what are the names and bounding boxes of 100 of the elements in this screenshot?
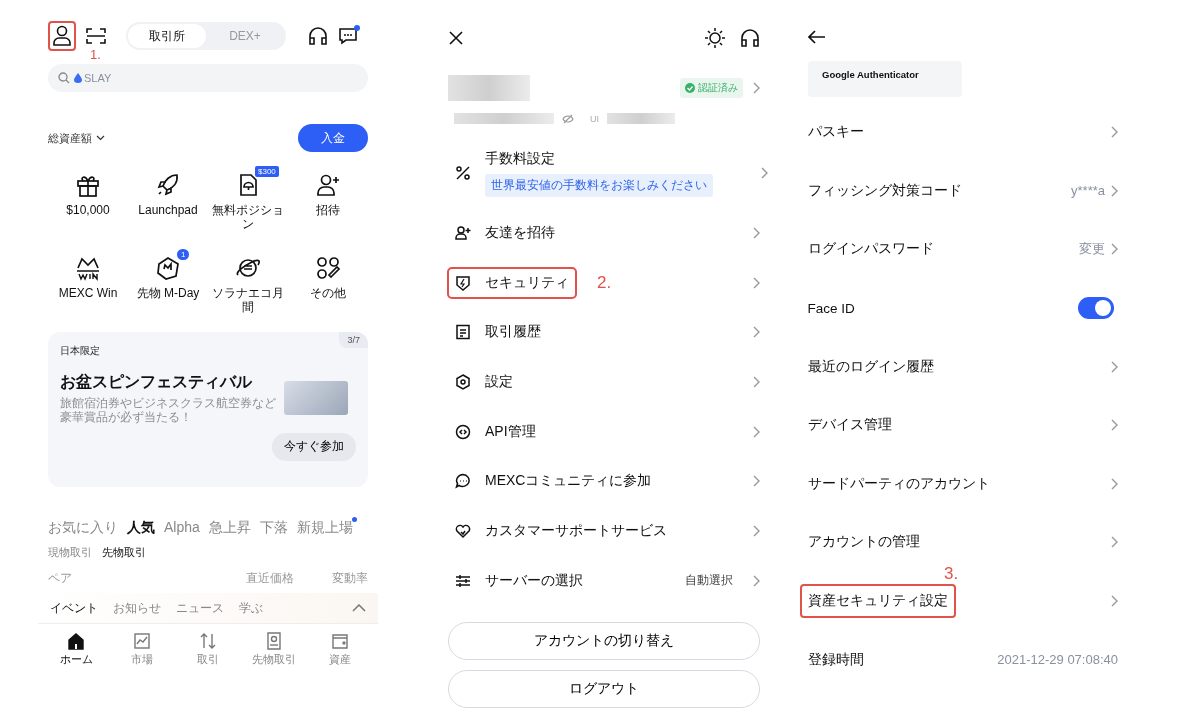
menu-item[interactable]: カスタマーサポートサービス xyxy=(485,521,667,540)
chevron-right-icon[interactable] xyxy=(1111,419,1118,432)
market-tab[interactable]: 人気 xyxy=(127,519,155,537)
menu-item[interactable]: 取引履歴 xyxy=(485,323,541,342)
setting-label[interactable]: パスキー xyxy=(799,115,872,150)
shortcut-label[interactable]: その他 xyxy=(288,286,368,301)
chevron-right-icon[interactable] xyxy=(1111,595,1118,608)
market-subtab[interactable]: 現物取引 xyxy=(48,545,92,560)
setting-label[interactable]: ログインパスワード xyxy=(799,232,942,267)
menu-item[interactable]: MEXCコミュニティに参加 xyxy=(485,472,652,491)
shortcut-label[interactable]: 先物 M-Day xyxy=(128,286,208,301)
cube-icon[interactable] xyxy=(155,255,181,281)
sun-icon[interactable] xyxy=(704,27,726,49)
profile-icon[interactable] xyxy=(48,21,76,51)
shortcut-label[interactable]: 招待 xyxy=(288,203,368,218)
uid-label: UI xyxy=(590,113,599,124)
grid-icon[interactable] xyxy=(315,255,341,281)
promo-card[interactable]: 日本限定 3/7 お盆スピンフェスティバル 旅館宿泊券やビジネスクラス航空券など豪華賞品が必ず当たる！ 今すぐ参加 xyxy=(48,332,368,487)
setting-label[interactable]: サードパーティのアカウント xyxy=(799,466,998,501)
chevron-right-icon[interactable] xyxy=(753,326,760,339)
nav-label[interactable]: 市場 xyxy=(131,652,153,667)
exchange-tab[interactable]: 取引所 xyxy=(128,24,206,48)
nav-label[interactable]: 資産 xyxy=(329,652,351,667)
caret-up-icon[interactable] xyxy=(352,604,366,612)
arrows-icon[interactable] xyxy=(199,632,217,650)
shortcut-label[interactable]: Launchpad xyxy=(128,203,208,218)
chevron-right-icon[interactable] xyxy=(753,574,760,587)
news-tab[interactable]: お知らせ xyxy=(113,599,161,617)
menu-item[interactable]: 手数料設定 xyxy=(485,149,713,168)
eye-off-icon[interactable] xyxy=(562,113,574,124)
chevron-right-icon[interactable] xyxy=(753,524,760,537)
chevron-right-icon[interactable] xyxy=(1111,536,1118,549)
menu-item[interactable]: 友達を招待 xyxy=(485,223,555,242)
setting-label[interactable]: フィッシング対策コード xyxy=(799,173,970,208)
setting-label[interactable]: 登録時間 xyxy=(799,642,872,677)
headset-icon[interactable] xyxy=(308,26,328,46)
chevron-down-icon[interactable] xyxy=(96,135,105,141)
chart-icon[interactable] xyxy=(133,632,151,650)
menu-item[interactable]: API管理 xyxy=(485,422,536,441)
total-assets-label[interactable]: 総資産額 xyxy=(48,130,92,146)
home-icon[interactable] xyxy=(67,632,85,650)
drop-icon xyxy=(74,73,82,83)
headset-icon[interactable] xyxy=(740,28,760,48)
menu-item[interactable]: セキュリティ xyxy=(485,273,569,292)
chevron-right-icon[interactable] xyxy=(1111,126,1118,139)
chevron-right-icon[interactable] xyxy=(753,475,760,488)
promo-note: 世界最安値の手数料をお楽しみください xyxy=(485,173,713,197)
deposit-button[interactable]: 入金 xyxy=(298,124,368,152)
scan-icon[interactable] xyxy=(86,27,106,45)
news-tab[interactable]: ニュース xyxy=(176,599,224,617)
setting-label[interactable]: Face ID xyxy=(799,292,863,324)
shortcut-label[interactable]: ソラナエコ月間 xyxy=(208,286,288,315)
chevron-right-icon[interactable] xyxy=(1111,184,1118,197)
setting-label[interactable]: 資産セキュリティ設定 xyxy=(799,584,956,619)
add-user-icon xyxy=(455,224,471,241)
authenticator-card[interactable]: Google Authenticator xyxy=(808,61,962,97)
news-tab[interactable]: 学ぶ xyxy=(239,599,263,617)
logout-button[interactable]: ログアウト xyxy=(448,669,760,708)
market-subtab[interactable]: 先物取引 xyxy=(102,545,146,560)
wallet-icon[interactable] xyxy=(331,632,349,650)
setting-label[interactable]: デバイス管理 xyxy=(799,408,900,443)
setting-value: 変更 xyxy=(1079,240,1105,259)
shortcut-label[interactable]: $10,000 xyxy=(48,203,128,218)
chevron-right-icon[interactable] xyxy=(753,276,760,289)
chevron-right-icon[interactable] xyxy=(1111,243,1118,256)
chat-icon xyxy=(455,473,471,490)
photo-placeholder xyxy=(284,381,348,416)
nav-label[interactable]: 先物取引 xyxy=(252,652,296,667)
chevron-right-icon[interactable] xyxy=(753,425,760,438)
setting-label[interactable]: 最近のログイン履歴 xyxy=(799,349,942,384)
chevron-right-icon[interactable] xyxy=(1111,477,1118,490)
sliders-icon xyxy=(455,572,471,589)
market-tab[interactable]: お気に入り xyxy=(48,519,118,537)
chevron-right-icon[interactable] xyxy=(753,375,760,388)
switch-account-button[interactable]: アカウントの切り替え xyxy=(448,621,760,660)
nav-label[interactable]: 取引 xyxy=(197,652,219,667)
shortcut-label[interactable]: 無料ポジション xyxy=(208,203,288,232)
market-tab[interactable]: 下落 xyxy=(259,519,288,537)
shortcut-label[interactable]: MEXC Win xyxy=(48,286,128,301)
join-button[interactable]: 今すぐ参加 xyxy=(272,432,356,461)
news-tab[interactable]: イベント xyxy=(50,599,98,617)
market-tab[interactable]: Alpha xyxy=(164,519,200,535)
trophy-icon[interactable] xyxy=(75,255,101,281)
setting-value: 自動選択 xyxy=(685,572,733,590)
face-id-toggle[interactable] xyxy=(1078,297,1114,320)
menu-item[interactable]: サーバーの選択 xyxy=(485,571,583,590)
close-icon[interactable] xyxy=(448,30,464,46)
chevron-right-icon[interactable] xyxy=(753,82,760,94)
nav-label[interactable]: ホーム xyxy=(59,652,93,667)
chevron-right-icon[interactable] xyxy=(761,167,768,179)
rocket-icon[interactable] xyxy=(155,172,181,198)
setting-label[interactable]: アカウントの管理 xyxy=(799,525,928,560)
back-arrow-icon[interactable] xyxy=(808,30,826,44)
message-icon[interactable] xyxy=(338,26,358,46)
market-tab[interactable]: 急上昇 xyxy=(208,519,251,537)
chevron-right-icon[interactable] xyxy=(753,226,760,239)
chevron-right-icon[interactable] xyxy=(1111,360,1118,373)
menu-item[interactable]: 設定 xyxy=(485,372,513,391)
add-user-icon[interactable] xyxy=(315,172,341,198)
search-field[interactable]: SLAY xyxy=(48,64,368,92)
